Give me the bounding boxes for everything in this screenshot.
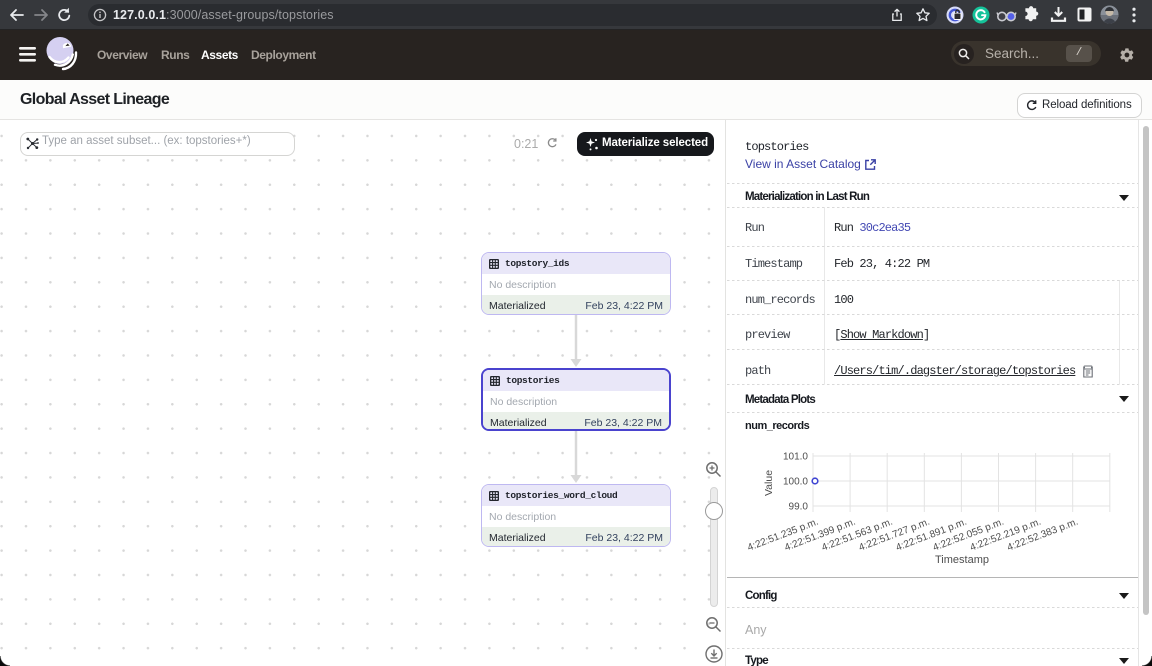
svg-text:99.0: 99.0: [789, 502, 809, 513]
svg-text:Timestamp: Timestamp: [935, 554, 989, 566]
svg-text:Value: Value: [763, 470, 775, 496]
svg-text:100.0: 100.0: [783, 477, 808, 488]
svg-text:101.0: 101.0: [783, 452, 808, 463]
